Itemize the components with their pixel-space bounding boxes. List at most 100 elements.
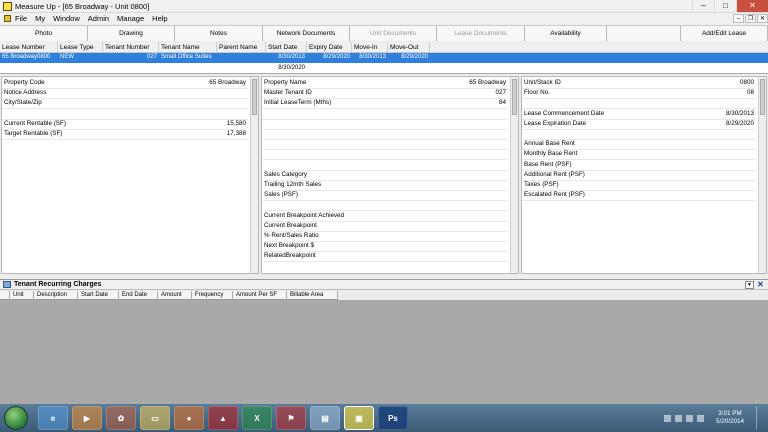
menu-help[interactable]: Help bbox=[152, 14, 167, 23]
tray-arrow-icon[interactable] bbox=[663, 414, 671, 422]
network-documents-button[interactable]: Network Documents bbox=[263, 26, 350, 41]
mdi-restore-button[interactable]: ❐ bbox=[745, 14, 756, 23]
property-panel-scrollbar[interactable] bbox=[250, 77, 258, 273]
field-value[interactable]: 65 Broadway bbox=[209, 78, 246, 88]
notepad-icon[interactable]: ▤ bbox=[310, 406, 340, 430]
col-expiry-date[interactable]: Expiry Date bbox=[307, 42, 352, 52]
excel-export-icon[interactable]: ✕ bbox=[756, 281, 765, 289]
photo-button[interactable]: Photo bbox=[0, 26, 88, 41]
field-row bbox=[264, 109, 506, 119]
media-player-icon[interactable]: ▶ bbox=[72, 406, 102, 430]
field-label: Trailing 12mth Sales bbox=[264, 181, 322, 188]
field-label: Sales (PSF) bbox=[264, 191, 298, 199]
availability-button[interactable]: Availability bbox=[525, 26, 607, 41]
menu-manage[interactable]: Manage bbox=[117, 14, 144, 23]
field-label: Additional Rent (PSF) bbox=[524, 170, 585, 178]
col-lease-number[interactable]: Lease Number bbox=[0, 42, 58, 52]
spacer bbox=[607, 26, 680, 41]
col-parent-name[interactable]: Parent Name bbox=[217, 42, 266, 52]
col-start-date[interactable]: Start Date bbox=[266, 42, 307, 52]
recurring-charges-header: Unit Description Start Date End Date Amo… bbox=[0, 291, 338, 300]
mdi-close-button[interactable]: ✕ bbox=[757, 14, 768, 23]
folder-icon[interactable]: ▭ bbox=[140, 406, 170, 430]
unit-panel-scrollbar[interactable] bbox=[758, 77, 766, 273]
drawing-button[interactable]: Drawing bbox=[88, 26, 175, 41]
field-value[interactable]: 65 Broadway bbox=[469, 78, 506, 88]
menu-window[interactable]: Window bbox=[53, 14, 80, 23]
field-row bbox=[4, 109, 246, 119]
field-value[interactable]: 84 bbox=[499, 98, 506, 108]
document-icon bbox=[4, 15, 11, 22]
col-lease-type[interactable]: Lease Type bbox=[58, 42, 103, 52]
scroll-thumb[interactable] bbox=[760, 79, 765, 115]
field-label: Escalated Rent (PSF) bbox=[524, 191, 585, 199]
firefox-icon[interactable]: ● bbox=[174, 406, 204, 430]
field-value[interactable]: 8/29/2020 bbox=[726, 119, 754, 129]
col-start-date[interactable]: Start Date bbox=[78, 291, 119, 300]
notes-button[interactable]: Notes bbox=[175, 26, 263, 41]
field-value[interactable]: 08 bbox=[747, 88, 754, 98]
lease-row[interactable]: 8/30/2020 bbox=[0, 64, 430, 73]
menu-my[interactable]: My bbox=[35, 14, 45, 23]
acrobat-icon[interactable]: ▲ bbox=[208, 406, 238, 430]
scroll-thumb[interactable] bbox=[512, 79, 517, 115]
add-edit-lease-button[interactable]: Add/Edit Lease bbox=[680, 26, 768, 41]
recurring-charges-title: Tenant Recurring Charges bbox=[14, 281, 102, 288]
field-row: Current Breakpoint bbox=[264, 221, 506, 231]
col-move-out[interactable]: Move-Out bbox=[388, 42, 430, 52]
close-button[interactable]: ✕ bbox=[736, 0, 768, 12]
volume-icon[interactable] bbox=[685, 414, 693, 422]
field-label: Master Tenant ID bbox=[264, 89, 312, 97]
measureup-icon[interactable]: ▣ bbox=[344, 406, 374, 430]
field-row: Lease Commencement Date 8/30/2013 bbox=[524, 109, 754, 119]
unit-documents-button[interactable]: Unit Documents bbox=[350, 26, 437, 41]
field-label: Annual Base Rent bbox=[524, 140, 575, 148]
tenant-panel: Property Name 65 Broadway Master Tenant ID… bbox=[261, 76, 519, 274]
field-row bbox=[264, 149, 506, 159]
tenant-panel-scrollbar[interactable] bbox=[510, 77, 518, 273]
pdf-icon[interactable]: ⚑ bbox=[276, 406, 306, 430]
field-row: City/State/Zip bbox=[4, 98, 246, 108]
col-amount[interactable]: Amount bbox=[158, 291, 192, 300]
field-row: Lease Expiration Date 8/29/2020 bbox=[524, 119, 754, 129]
mdi-minimize-button[interactable]: – bbox=[733, 14, 744, 23]
col-tenant-number[interactable]: Tenant Number bbox=[103, 42, 159, 52]
col-frequency[interactable]: Frequency bbox=[192, 291, 233, 300]
col-end-date[interactable]: End Date bbox=[119, 291, 158, 300]
field-value[interactable]: 027 bbox=[495, 88, 506, 98]
windows-start-button[interactable] bbox=[4, 406, 28, 430]
col-description[interactable]: Description bbox=[34, 291, 78, 300]
flag-icon[interactable] bbox=[696, 414, 704, 422]
field-label: Unit/Stack ID bbox=[524, 79, 561, 86]
col-unit[interactable]: Unit bbox=[10, 291, 34, 300]
paint-icon[interactable]: ✿ bbox=[106, 406, 136, 430]
col-move-in[interactable]: Move-In bbox=[352, 42, 388, 52]
field-row bbox=[264, 129, 506, 139]
field-value[interactable]: 0800 bbox=[740, 78, 754, 88]
ie-icon[interactable]: e bbox=[38, 406, 68, 430]
excel-icon[interactable]: X bbox=[242, 406, 272, 430]
photoshop-icon[interactable]: Ps bbox=[378, 406, 408, 430]
taskbar: e ▶ ✿ ▭ ● ▲ X ⚑ ▤ ▣ Ps 3:01 PM 5/20/2014 bbox=[0, 404, 768, 432]
show-desktop-button[interactable] bbox=[756, 406, 764, 430]
col-tenant-name[interactable]: Tenant Name bbox=[159, 42, 217, 52]
field-row: Property Code 65 Broadway bbox=[4, 78, 246, 88]
start-date-cell: 8/30/2020 bbox=[278, 65, 305, 71]
col-amount-per-sf[interactable]: Amount Per SF bbox=[233, 291, 287, 300]
field-value[interactable]: 17,388 bbox=[227, 129, 246, 139]
clock[interactable]: 3:01 PM 5/20/2014 bbox=[716, 410, 744, 426]
field-label: Current Breakpoint bbox=[264, 221, 317, 229]
field-value[interactable]: 15,580 bbox=[227, 119, 246, 129]
chevron-down-icon[interactable]: ▼ bbox=[745, 281, 754, 289]
col-billable-area[interactable]: Billable Area bbox=[287, 291, 338, 300]
lease-row-selected[interactable]: 65 Broadway0800 NEW 027 Small Office Sui… bbox=[0, 53, 430, 63]
lease-documents-button[interactable]: Lease Documents bbox=[437, 26, 525, 41]
menu-admin[interactable]: Admin bbox=[88, 14, 109, 23]
scroll-thumb[interactable] bbox=[252, 79, 257, 115]
field-value[interactable]: 8/30/2013 bbox=[726, 109, 754, 119]
network-icon[interactable] bbox=[674, 414, 682, 422]
maximize-button[interactable]: □ bbox=[714, 0, 736, 12]
menu-file[interactable]: File bbox=[15, 14, 27, 23]
minimize-button[interactable]: – bbox=[692, 0, 714, 12]
row-selector bbox=[0, 291, 10, 300]
